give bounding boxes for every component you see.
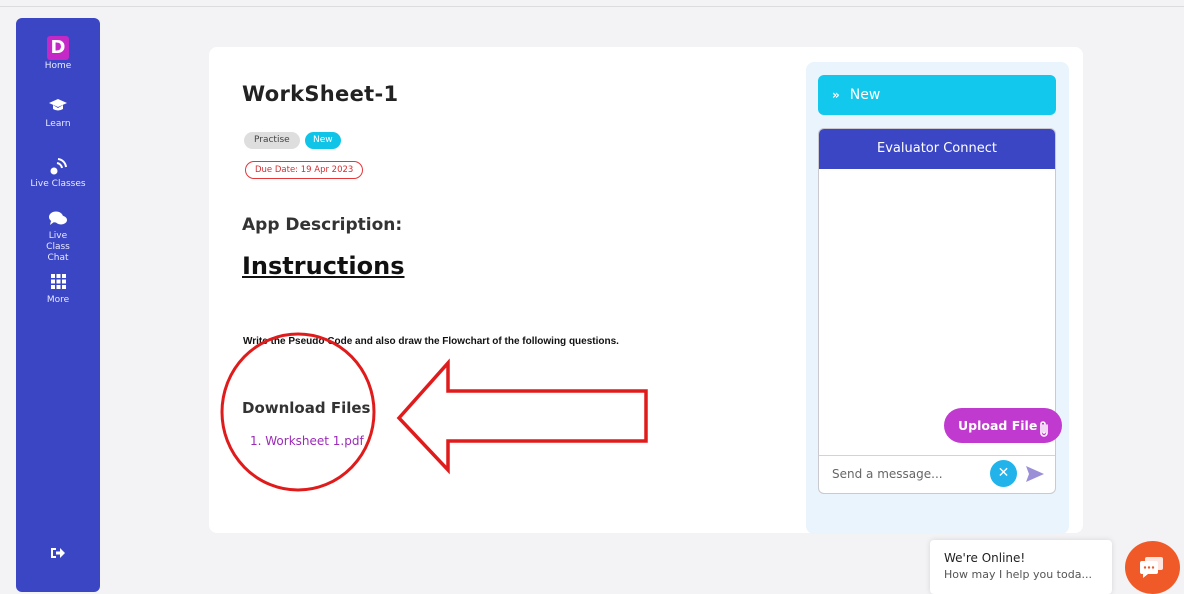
graduation-cap-icon <box>16 98 100 116</box>
new-tag: New <box>305 132 341 149</box>
app-logo: D <box>47 36 69 60</box>
sidebar-item-label: Learn <box>45 119 71 129</box>
close-button[interactable]: ✕ <box>990 460 1017 487</box>
upload-file-button[interactable]: Upload File <box>944 408 1062 443</box>
chat-divider <box>819 455 1055 456</box>
top-divider <box>0 6 1184 7</box>
instructions-text: Write the Pseudo Code and also draw the … <box>243 336 619 347</box>
sidebar-item-home[interactable]: D Home <box>16 36 100 72</box>
chat-title: Evaluator Connect <box>819 129 1055 169</box>
worksheet-title: WorkSheet-1 <box>242 82 399 106</box>
app-description-heading: App Description: <box>242 215 403 235</box>
live-chat-button[interactable] <box>1125 541 1180 594</box>
sidebar-item-label: Home <box>44 61 72 71</box>
instructions-heading: Instructions <box>242 252 405 280</box>
sidebar-item-label: More <box>46 295 70 305</box>
message-input[interactable] <box>832 464 982 484</box>
sidebar-item-live-classes[interactable]: Live Classes <box>16 158 100 190</box>
send-button[interactable] <box>1024 463 1046 485</box>
live-chat-prompt[interactable]: We're Online! How may I help you toda... <box>930 540 1112 594</box>
due-date-badge: Due Date: 19 Apr 2023 <box>245 161 364 179</box>
logout-button[interactable] <box>16 546 100 567</box>
upload-file-label: Upload File <box>958 418 1038 433</box>
sidebar-item-label: Live Class Chat <box>46 231 70 263</box>
chat-bubbles-icon <box>16 210 100 228</box>
sidebar-item-live-class-chat[interactable]: Live Class Chat <box>16 210 100 264</box>
new-button[interactable]: » New <box>818 75 1056 115</box>
practise-tag: Practise <box>244 132 300 149</box>
broadcast-icon <box>16 158 100 176</box>
paperclip-icon <box>1038 416 1050 451</box>
sidebar: D Home Learn Live Classes Live Class Cha… <box>16 18 100 592</box>
chat-icon <box>1140 557 1163 578</box>
sidebar-item-label: Live Classes <box>30 179 86 189</box>
logout-icon <box>16 546 100 564</box>
sidebar-item-learn[interactable]: Learn <box>16 98 100 130</box>
send-icon <box>1026 466 1044 482</box>
live-chat-title: We're Online! <box>944 551 1026 565</box>
download-files-heading: Download Files <box>242 399 371 417</box>
double-chevron-right-icon: » <box>832 88 840 102</box>
new-button-label: New <box>849 87 881 103</box>
sidebar-item-more[interactable]: More <box>16 274 100 306</box>
live-chat-subtitle: How may I help you toda... <box>944 568 1092 581</box>
worksheet-pdf-link[interactable]: 1. Worksheet 1.pdf <box>250 434 364 448</box>
close-icon: ✕ <box>997 465 1010 481</box>
grid-icon <box>16 274 100 292</box>
